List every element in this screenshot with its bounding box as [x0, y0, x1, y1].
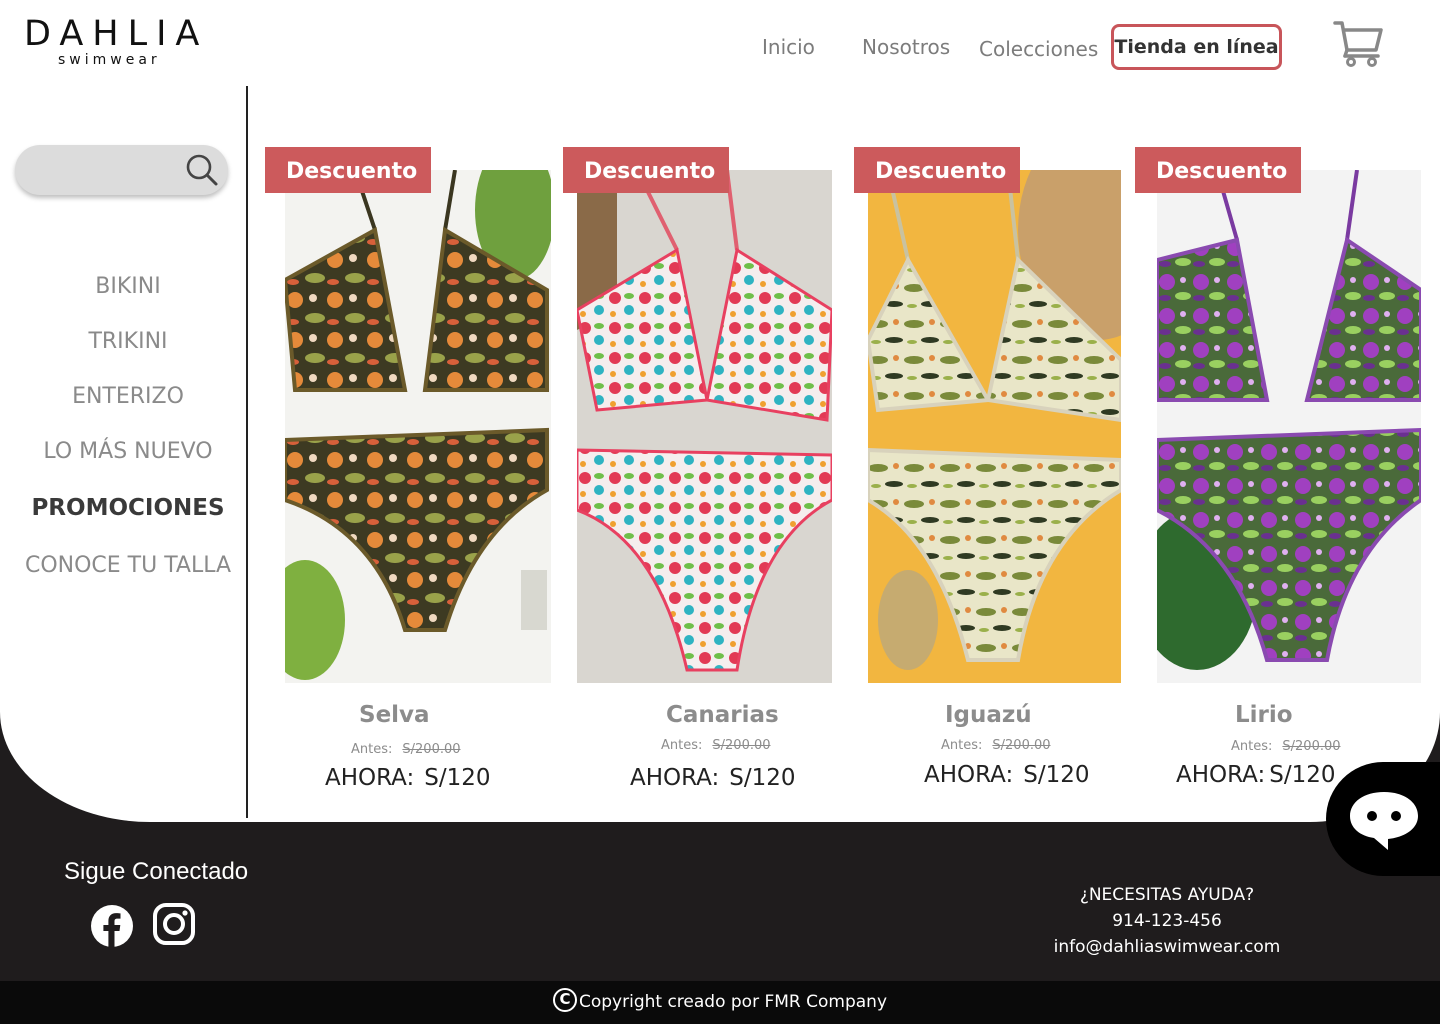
brand-tagline: swimwear — [58, 52, 161, 68]
current-price: AHORA: S/120 — [1176, 762, 1336, 788]
help-phone[interactable]: 914-123-456 — [1000, 911, 1334, 931]
chat-button[interactable] — [1326, 762, 1440, 876]
discount-badge: Descuento — [265, 147, 431, 193]
help-email[interactable]: info@dahliaswimwear.com — [1000, 937, 1334, 957]
category-trikini[interactable]: TRIKINI — [0, 329, 256, 354]
chat-bubble-icon — [1350, 792, 1418, 850]
discount-badge: Descuento — [854, 147, 1020, 193]
brand-name: DAHLIA — [24, 14, 209, 54]
product-name[interactable]: Iguazú — [945, 702, 1032, 728]
product-image-iguazu[interactable] — [868, 170, 1121, 683]
category-bikini[interactable]: BIKINI — [0, 274, 256, 299]
old-price: Antes: S/200.00 — [1231, 739, 1341, 754]
search-icon[interactable] — [184, 152, 220, 188]
instagram-icon[interactable] — [152, 902, 196, 946]
follow-heading: Sigue Conectado — [64, 858, 249, 885]
current-price: AHORA: S/120 — [325, 765, 491, 791]
shopping-cart-icon[interactable] — [1332, 18, 1384, 68]
product-name[interactable]: Selva — [359, 702, 430, 728]
current-price: AHORA: S/120 — [630, 765, 796, 791]
old-price: Antes: S/200.00 — [941, 738, 1051, 753]
category-conoce-tu-talla[interactable]: CONOCE TU TALLA — [0, 553, 256, 578]
copyright-bar: C Copyright creado por FMR Company — [0, 981, 1440, 1024]
nav-item-inicio[interactable]: Inicio — [762, 24, 815, 70]
nav-item-colecciones[interactable]: Colecciones — [979, 26, 1098, 72]
facebook-icon[interactable] — [91, 905, 133, 947]
help-heading: ¿NECESITAS AYUDA? — [1079, 885, 1255, 905]
nav-item-tienda-en-linea[interactable]: Tienda en línea — [1111, 24, 1282, 70]
search-input[interactable] — [15, 145, 228, 195]
product-image-lirio[interactable] — [1157, 170, 1421, 683]
brand-logo[interactable]: DAHLIA swimwear — [24, 16, 224, 68]
discount-badge: Descuento — [1135, 147, 1301, 193]
nav-item-nosotros[interactable]: Nosotros — [862, 24, 950, 70]
product-name[interactable]: Lirio — [1235, 702, 1293, 728]
product-image-canarias[interactable] — [577, 170, 832, 683]
category-lo-mas-nuevo[interactable]: LO MÁS NUEVO — [0, 439, 256, 464]
old-price: Antes: S/200.00 — [351, 742, 461, 757]
copyright-icon: C — [552, 988, 577, 1012]
discount-badge: Descuento — [563, 147, 729, 193]
category-promociones[interactable]: PROMOCIONES — [0, 495, 256, 521]
old-price: Antes: S/200.00 — [661, 738, 771, 753]
product-name[interactable]: Canarias — [666, 702, 779, 728]
product-image-selva[interactable] — [285, 170, 551, 683]
category-enterizo[interactable]: ENTERIZO — [0, 384, 256, 409]
copyright-text: C Copyright creado por FMR Company — [0, 981, 1440, 1024]
current-price: AHORA: S/120 — [924, 762, 1090, 788]
